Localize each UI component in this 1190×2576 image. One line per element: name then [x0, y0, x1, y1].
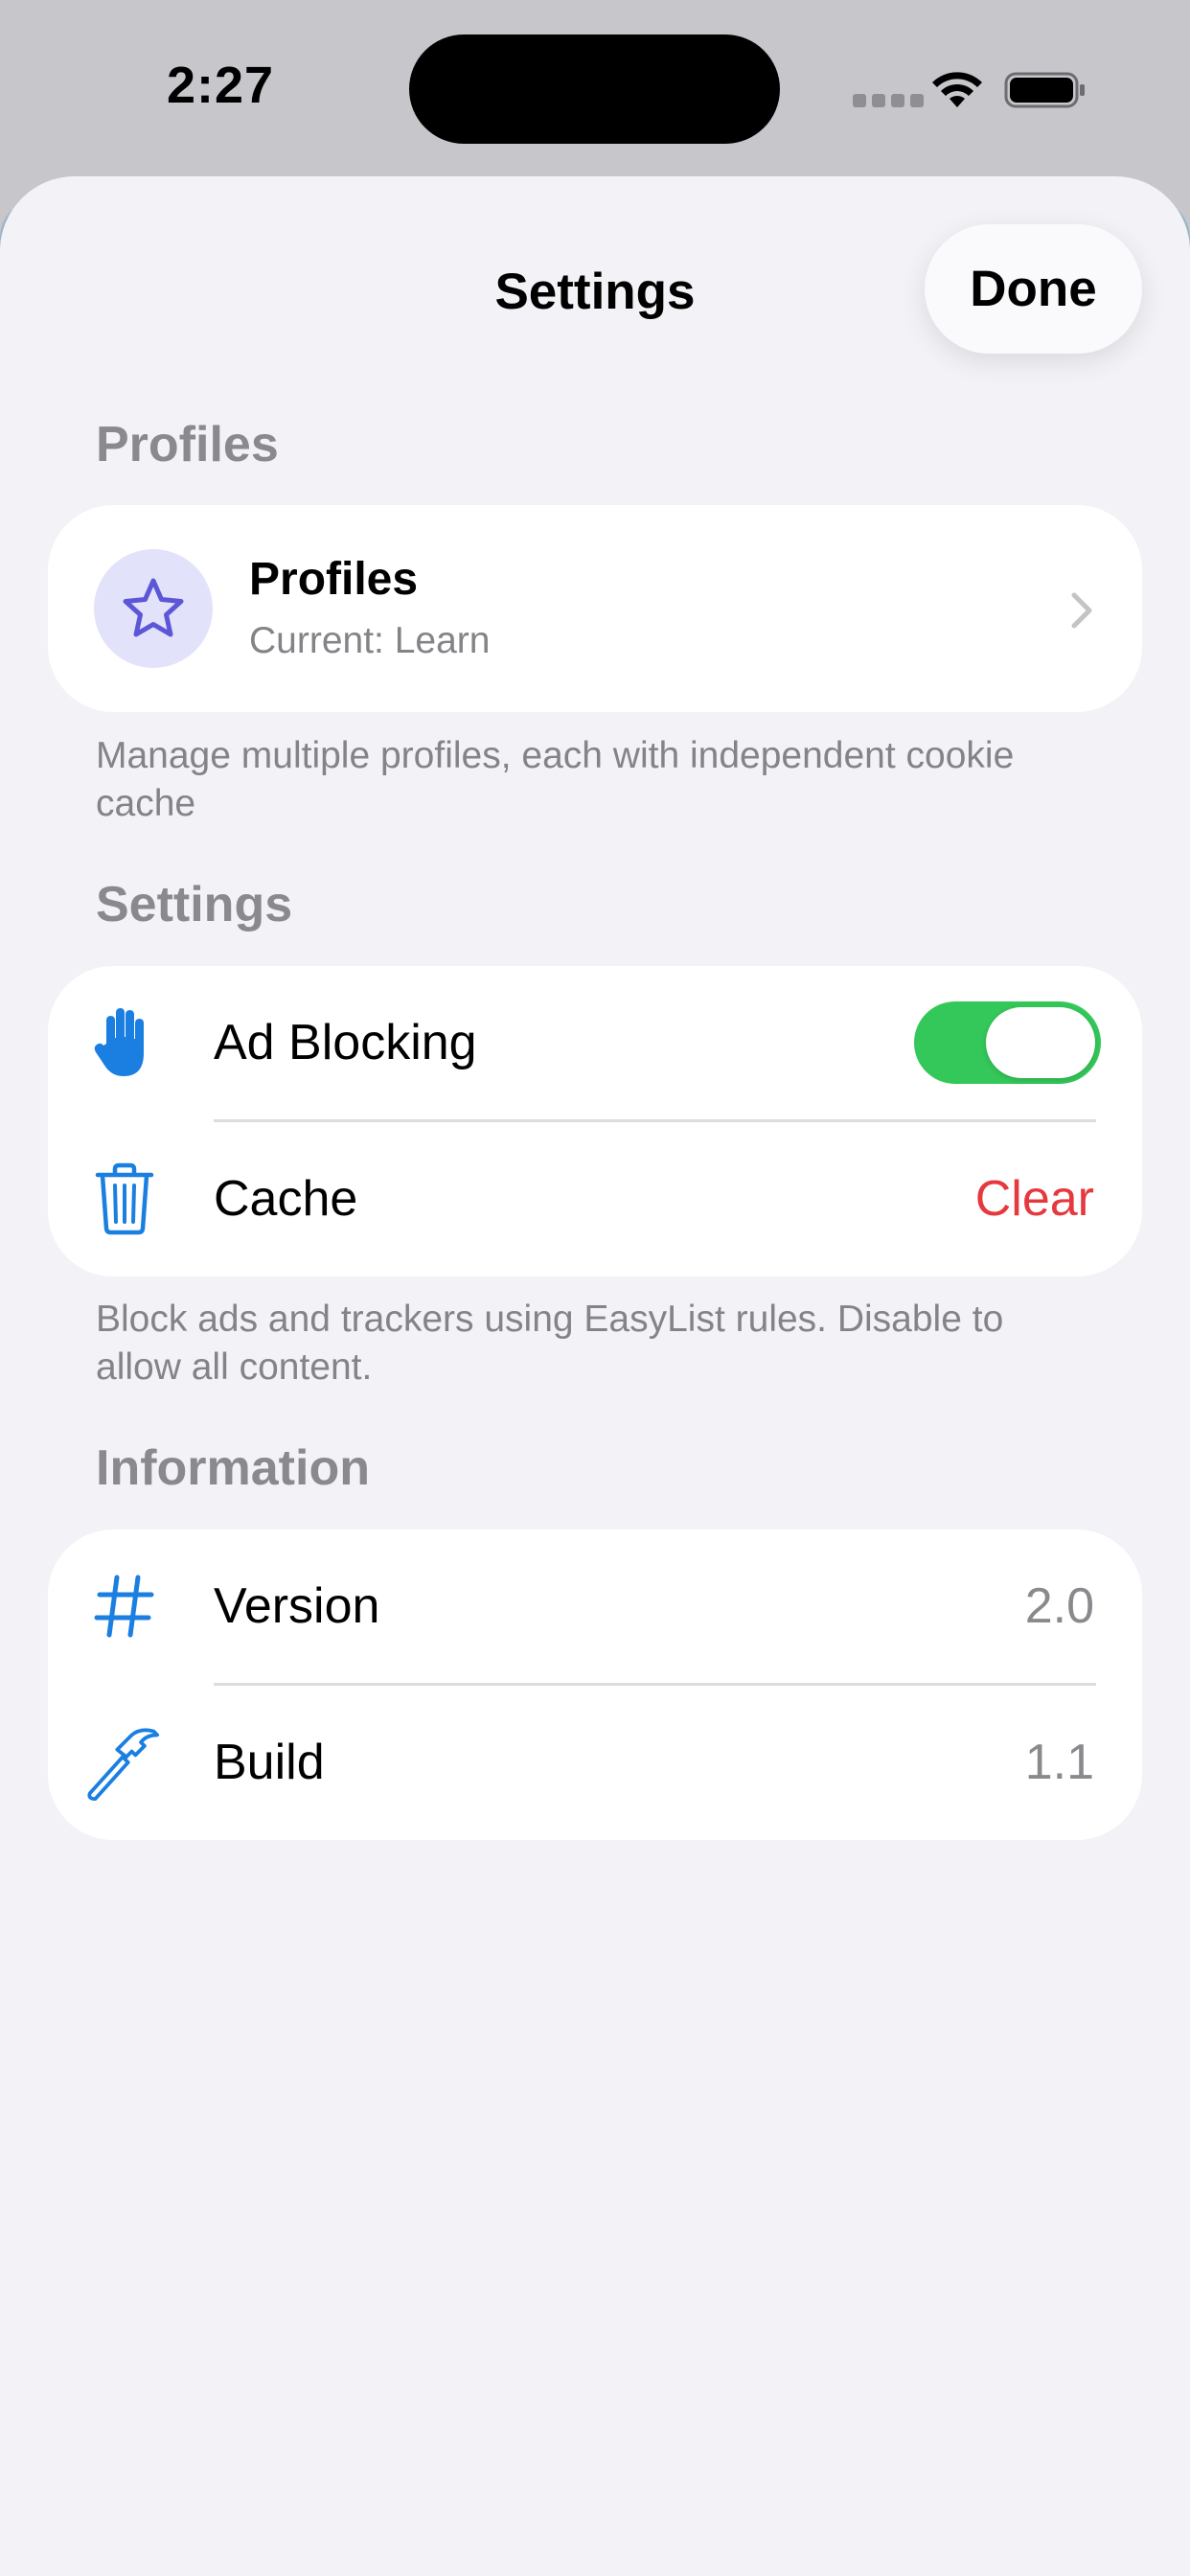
- build-row: Build 1.1: [48, 1686, 1142, 1839]
- profiles-row-subtitle: Current: Learn: [249, 620, 491, 661]
- chevron-right-icon: [1071, 592, 1092, 629]
- information-group: Version 2.0 Build 1.1: [48, 1530, 1142, 1840]
- information-section-header: Information: [96, 1440, 370, 1496]
- settings-group: Ad Blocking Cache Clear: [48, 966, 1142, 1276]
- cache-label: Cache: [214, 1171, 358, 1227]
- build-label: Build: [214, 1735, 325, 1790]
- build-value: 1.1: [1024, 1735, 1094, 1790]
- status-time: 2:27: [166, 57, 275, 114]
- clear-cache-button[interactable]: Clear: [975, 1170, 1094, 1228]
- profiles-section-footer: Manage multiple profiles, each with inde…: [96, 735, 1015, 824]
- trash-icon: [86, 1161, 163, 1237]
- hammer-icon: [84, 1724, 161, 1801]
- cache-row: Cache Clear: [48, 1122, 1142, 1276]
- profiles-group: Profiles Current: Learn: [48, 505, 1142, 712]
- ad-blocking-row: Ad Blocking: [48, 966, 1142, 1119]
- cellular-signal-icon: [853, 94, 924, 107]
- profiles-section-header: Profiles: [96, 417, 279, 472]
- wifi-icon: [932, 72, 982, 107]
- version-label: Version: [214, 1578, 380, 1634]
- toggle-knob: [986, 1007, 1095, 1078]
- settings-section-header: Settings: [96, 877, 293, 932]
- ad-blocking-label: Ad Blocking: [214, 1015, 477, 1070]
- settings-sheet: Settings Done Profiles Profiles Current:…: [0, 176, 1190, 2576]
- settings-section-footer: Block ads and trackers using EasyList ru…: [96, 1299, 1004, 1388]
- hand-raised-icon: [86, 1004, 163, 1081]
- star-icon: [123, 578, 184, 637]
- number-sign-icon: [86, 1568, 163, 1644]
- version-value: 2.0: [1024, 1578, 1094, 1634]
- ad-blocking-toggle[interactable]: [914, 1001, 1101, 1084]
- profiles-row[interactable]: Profiles Current: Learn: [48, 505, 1142, 712]
- battery-icon: [1004, 72, 1085, 108]
- version-row: Version 2.0: [48, 1530, 1142, 1683]
- profile-avatar: [94, 549, 213, 668]
- profiles-row-title: Profiles: [249, 554, 419, 605]
- status-bar: 2:27: [0, 0, 1190, 182]
- done-button[interactable]: Done: [925, 224, 1142, 354]
- dynamic-island: [409, 34, 780, 144]
